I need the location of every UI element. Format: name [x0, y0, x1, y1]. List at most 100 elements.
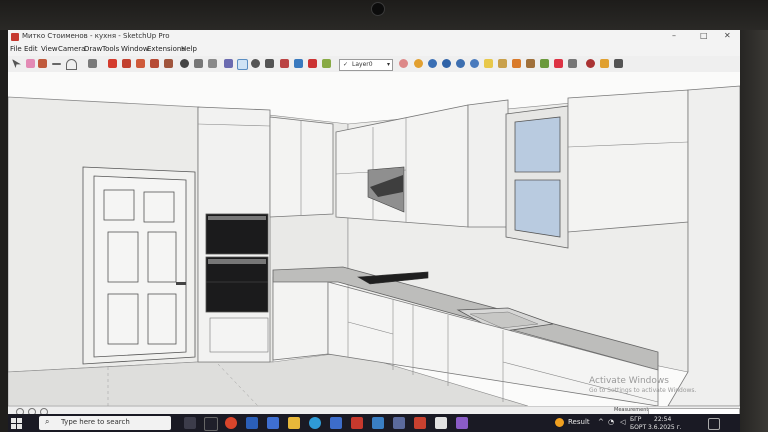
top-view-icon[interactable] [442, 59, 451, 68]
textured-icon[interactable] [568, 59, 577, 68]
word-icon[interactable] [246, 417, 258, 429]
maximize-button[interactable]: □ [700, 31, 708, 40]
text-icon[interactable] [194, 59, 203, 68]
extension-icon[interactable] [614, 59, 623, 68]
display-section-icon[interactable] [600, 59, 609, 68]
menu-draw[interactable]: Draw [84, 45, 102, 53]
volume-icon[interactable]: ◁ [620, 418, 625, 426]
menu-extensions[interactable]: Extensions [147, 45, 185, 53]
sketchup-taskbar-icon[interactable] [351, 417, 363, 429]
edge-icon[interactable] [309, 417, 321, 429]
search-icon: ⌕ [45, 417, 50, 426]
orbit-icon[interactable] [224, 59, 233, 68]
toolbar: ✓ Layer0 ▾ [8, 56, 740, 73]
oven-lower [205, 256, 269, 313]
sketchup-logo-icon [11, 33, 19, 41]
webcam [371, 2, 385, 16]
front-view-icon[interactable] [456, 59, 465, 68]
app-icon-4[interactable] [393, 417, 405, 429]
keyboard-layout[interactable]: БОРТ [630, 424, 646, 431]
window-glass-lower [514, 179, 561, 238]
eraser-icon[interactable] [26, 59, 35, 68]
iso-view-icon[interactable] [428, 59, 437, 68]
taskbar-search-box[interactable]: ⌕ Type here to search [39, 416, 171, 430]
clock-time[interactable]: 22:54 [654, 416, 671, 423]
weather-text[interactable]: Result [568, 418, 590, 426]
rotate-icon[interactable] [136, 59, 145, 68]
title-bar: Митко Стоименов - кухня - SketchUp Pro –… [8, 30, 740, 44]
app-icon-2[interactable] [330, 417, 342, 429]
zoom-icon[interactable] [251, 59, 260, 68]
layer-visible-check: ✓ [343, 61, 349, 68]
app-icon-3[interactable] [372, 417, 384, 429]
scale-icon[interactable] [150, 59, 159, 68]
chevron-down-icon: ▾ [386, 61, 390, 68]
menu-camera[interactable]: Camera [58, 45, 85, 53]
windows-start-icon[interactable] [11, 418, 22, 429]
measurements-label: Measurements [614, 407, 651, 413]
laptop-bezel-top [0, 0, 768, 30]
menu-edit[interactable]: Edit [24, 45, 38, 53]
model-viewport[interactable] [8, 72, 740, 406]
upper-cabinets-far [567, 89, 689, 233]
select-icon[interactable] [12, 59, 21, 68]
protractor-icon[interactable] [208, 59, 217, 68]
tape-measure-icon[interactable] [180, 59, 189, 68]
hidden-line-icon[interactable] [540, 59, 549, 68]
rectangle-icon[interactable] [88, 59, 97, 68]
warehouse-icon[interactable] [322, 59, 331, 68]
network-icon[interactable]: ◔ [608, 418, 614, 426]
notifications-icon[interactable] [708, 418, 720, 430]
search-placeholder: Type here to search [61, 418, 130, 426]
move-icon[interactable] [122, 59, 131, 68]
layer-dropdown[interactable]: ✓ Layer0 ▾ [339, 59, 393, 71]
activate-windows-watermark: Activate Windows Go to Settings to activ… [589, 376, 696, 394]
zoom-extents-icon[interactable] [265, 59, 274, 68]
weather-icon[interactable] [555, 418, 564, 427]
wireframe-icon[interactable] [526, 59, 535, 68]
menu-help[interactable]: Help [181, 45, 197, 53]
right-view-icon[interactable] [470, 59, 479, 68]
styles-icon[interactable] [308, 59, 317, 68]
menu-window[interactable]: Window [121, 45, 149, 53]
sun-icon[interactable] [414, 59, 423, 68]
shadows-icon[interactable] [399, 59, 408, 68]
arc-icon[interactable] [66, 59, 77, 70]
app-icon-7[interactable] [456, 417, 468, 429]
paint-bucket-icon[interactable] [38, 59, 47, 68]
minimize-button[interactable]: – [672, 31, 676, 40]
upper-cabinet-left [269, 116, 334, 218]
laptop-bezel-left [0, 30, 8, 432]
clock-date[interactable]: 3.6.2025 г. [648, 424, 682, 431]
language-indicator[interactable]: БГР [630, 416, 641, 423]
push-pull-icon[interactable] [108, 59, 117, 68]
materials-icon[interactable] [294, 59, 303, 68]
back-view-icon[interactable] [484, 59, 493, 68]
line-icon[interactable] [52, 63, 61, 65]
left-view-icon[interactable] [498, 59, 507, 68]
offset-icon[interactable] [164, 59, 173, 68]
screen: Митко Стоименов - кухня - SketchUp Pro –… [8, 30, 740, 432]
windows-taskbar: ⌕ Type here to search Result ^ ◔ ◁ БГР Б… [8, 414, 740, 432]
activate-windows-title: Activate Windows [589, 376, 669, 386]
tray-chevron-icon[interactable]: ^ [598, 418, 604, 426]
section-plane-icon[interactable] [586, 59, 595, 68]
shaded-icon[interactable] [554, 59, 563, 68]
app-icon-1[interactable] [204, 417, 218, 431]
opera-icon[interactable] [225, 417, 237, 429]
app-icon-5[interactable] [414, 417, 426, 429]
menu-file[interactable]: File [10, 45, 22, 53]
window-title: Митко Стоименов - кухня - SketchUp Pro [22, 32, 170, 40]
base-cabinet-left [272, 281, 329, 361]
pan-icon[interactable] [237, 59, 248, 70]
close-button[interactable]: ✕ [724, 31, 731, 40]
menu-tools[interactable]: Tools [102, 45, 119, 53]
xray-icon[interactable] [512, 59, 521, 68]
components-icon[interactable] [280, 59, 289, 68]
window-glass-upper [514, 116, 561, 173]
menu-view[interactable]: View [41, 45, 58, 53]
file-explorer-icon[interactable] [288, 417, 300, 429]
word-icon-2[interactable] [267, 417, 279, 429]
app-icon-6[interactable] [435, 417, 447, 429]
task-view-icon[interactable] [184, 417, 196, 429]
